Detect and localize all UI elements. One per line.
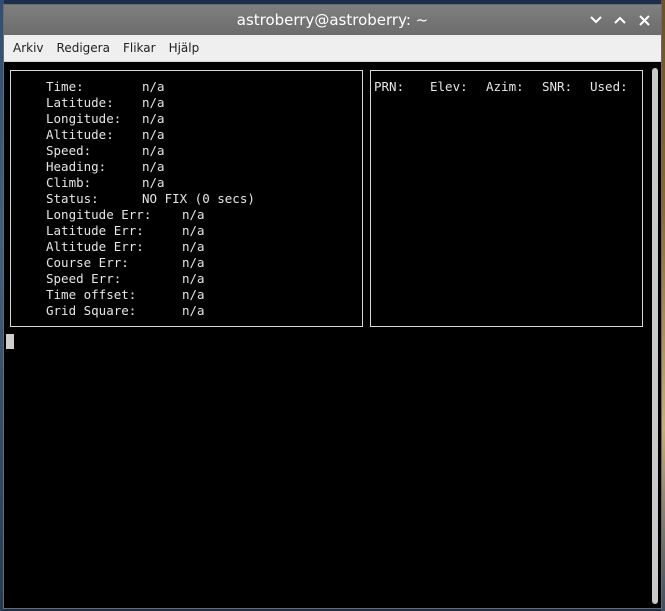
gps-value: n/a <box>142 175 165 190</box>
menu-bar: Arkiv Redigera Flikar Hjälp <box>4 35 661 62</box>
gps-row-latitude: Latitude: n/a <box>46 95 165 111</box>
gps-row-heading: Heading: n/a <box>46 159 165 175</box>
gps-label: Altitude Err: <box>46 239 144 254</box>
terminal-window: astroberry@astroberry: ~ Arkiv Redigera … <box>3 4 662 609</box>
gps-label: Time offset: <box>46 287 137 302</box>
column-used: Used: <box>590 79 628 94</box>
gps-label: Climb: <box>46 175 92 190</box>
column-azim: Azim: <box>486 79 524 94</box>
gps-label: Speed: <box>46 143 92 158</box>
gps-row-longitude: Longitude: n/a <box>46 111 165 127</box>
gps-label: Heading: <box>46 159 107 174</box>
gps-row-altitude-err: Altitude Err: n/a <box>46 239 205 255</box>
gps-row-latitude-err: Latitude Err: n/a <box>46 223 205 239</box>
gps-label: Grid Square: <box>46 303 137 318</box>
gps-value: n/a <box>142 95 165 110</box>
gps-value: n/a <box>182 223 205 238</box>
gps-value: n/a <box>182 255 205 270</box>
gps-label: Course Err: <box>46 255 129 270</box>
close-icon[interactable] <box>633 10 655 30</box>
gps-row-speed: Speed: n/a <box>46 143 165 159</box>
gps-value: n/a <box>182 271 205 286</box>
gps-value: n/a <box>182 239 205 254</box>
menu-item-flikar[interactable]: Flikar <box>118 41 164 55</box>
column-prn: PRN: <box>374 79 405 94</box>
gps-label: Longitude Err: <box>46 207 152 222</box>
gps-value: n/a <box>182 287 205 302</box>
menu-item-redigera[interactable]: Redigera <box>52 41 118 55</box>
gps-row-climb: Climb: n/a <box>46 175 165 191</box>
gps-value: n/a <box>142 79 165 94</box>
menu-item-arkiv[interactable]: Arkiv <box>8 41 52 55</box>
maximize-icon[interactable] <box>609 10 631 30</box>
scrollbar[interactable] <box>649 62 661 608</box>
column-snr: SNR: <box>542 79 573 94</box>
gps-label: Latitude Err: <box>46 223 144 238</box>
gps-row-altitude: Altitude: n/a <box>46 127 165 143</box>
gps-label: Status: <box>46 191 99 206</box>
gps-label: Speed Err: <box>46 271 122 286</box>
gps-value: n/a <box>142 143 165 158</box>
minimize-icon[interactable] <box>585 10 607 30</box>
gps-data-panel: Time: n/a Latitude: n/a Longitude: n/a Alti… <box>10 70 363 327</box>
terminal-area[interactable]: Time: n/a Latitude: n/a Longitude: n/a Alti… <box>4 62 649 608</box>
gps-value: n/a <box>182 303 205 318</box>
gps-label: Altitude: <box>46 127 114 142</box>
gps-label: Latitude: <box>46 95 114 110</box>
gps-row-time: Time: n/a <box>46 79 165 95</box>
gps-row-longitude-err: Longitude Err: n/a <box>46 207 205 223</box>
satellite-panel: PRN: Elev: Azim: SNR: Used: <box>370 70 643 327</box>
gps-row-status: Status: NO FIX (0 secs) <box>46 191 255 207</box>
text-cursor <box>6 334 14 349</box>
gps-value: NO FIX (0 secs) <box>142 191 255 206</box>
gps-row-speed-err: Speed Err: n/a <box>46 271 205 287</box>
satellite-header: PRN: Elev: Azim: SNR: Used: <box>374 79 628 95</box>
gps-label: Time: <box>46 79 84 94</box>
title-bar[interactable]: astroberry@astroberry: ~ <box>4 5 661 35</box>
column-elev: Elev: <box>430 79 468 94</box>
gps-row-course-err: Course Err: n/a <box>46 255 205 271</box>
gps-value: n/a <box>142 127 165 142</box>
gps-row-time-offset: Time offset: n/a <box>46 287 205 303</box>
gps-value: n/a <box>142 159 165 174</box>
gps-value: n/a <box>182 207 205 222</box>
menu-item-hjalp[interactable]: Hjälp <box>164 41 208 55</box>
window-title: astroberry@astroberry: ~ <box>236 11 429 29</box>
gps-row-grid-square: Grid Square: n/a <box>46 303 205 319</box>
gps-value: n/a <box>142 111 165 126</box>
window-controls <box>585 10 655 30</box>
gps-label: Longitude: <box>46 111 122 126</box>
scrollbar-thumb[interactable] <box>652 68 658 604</box>
